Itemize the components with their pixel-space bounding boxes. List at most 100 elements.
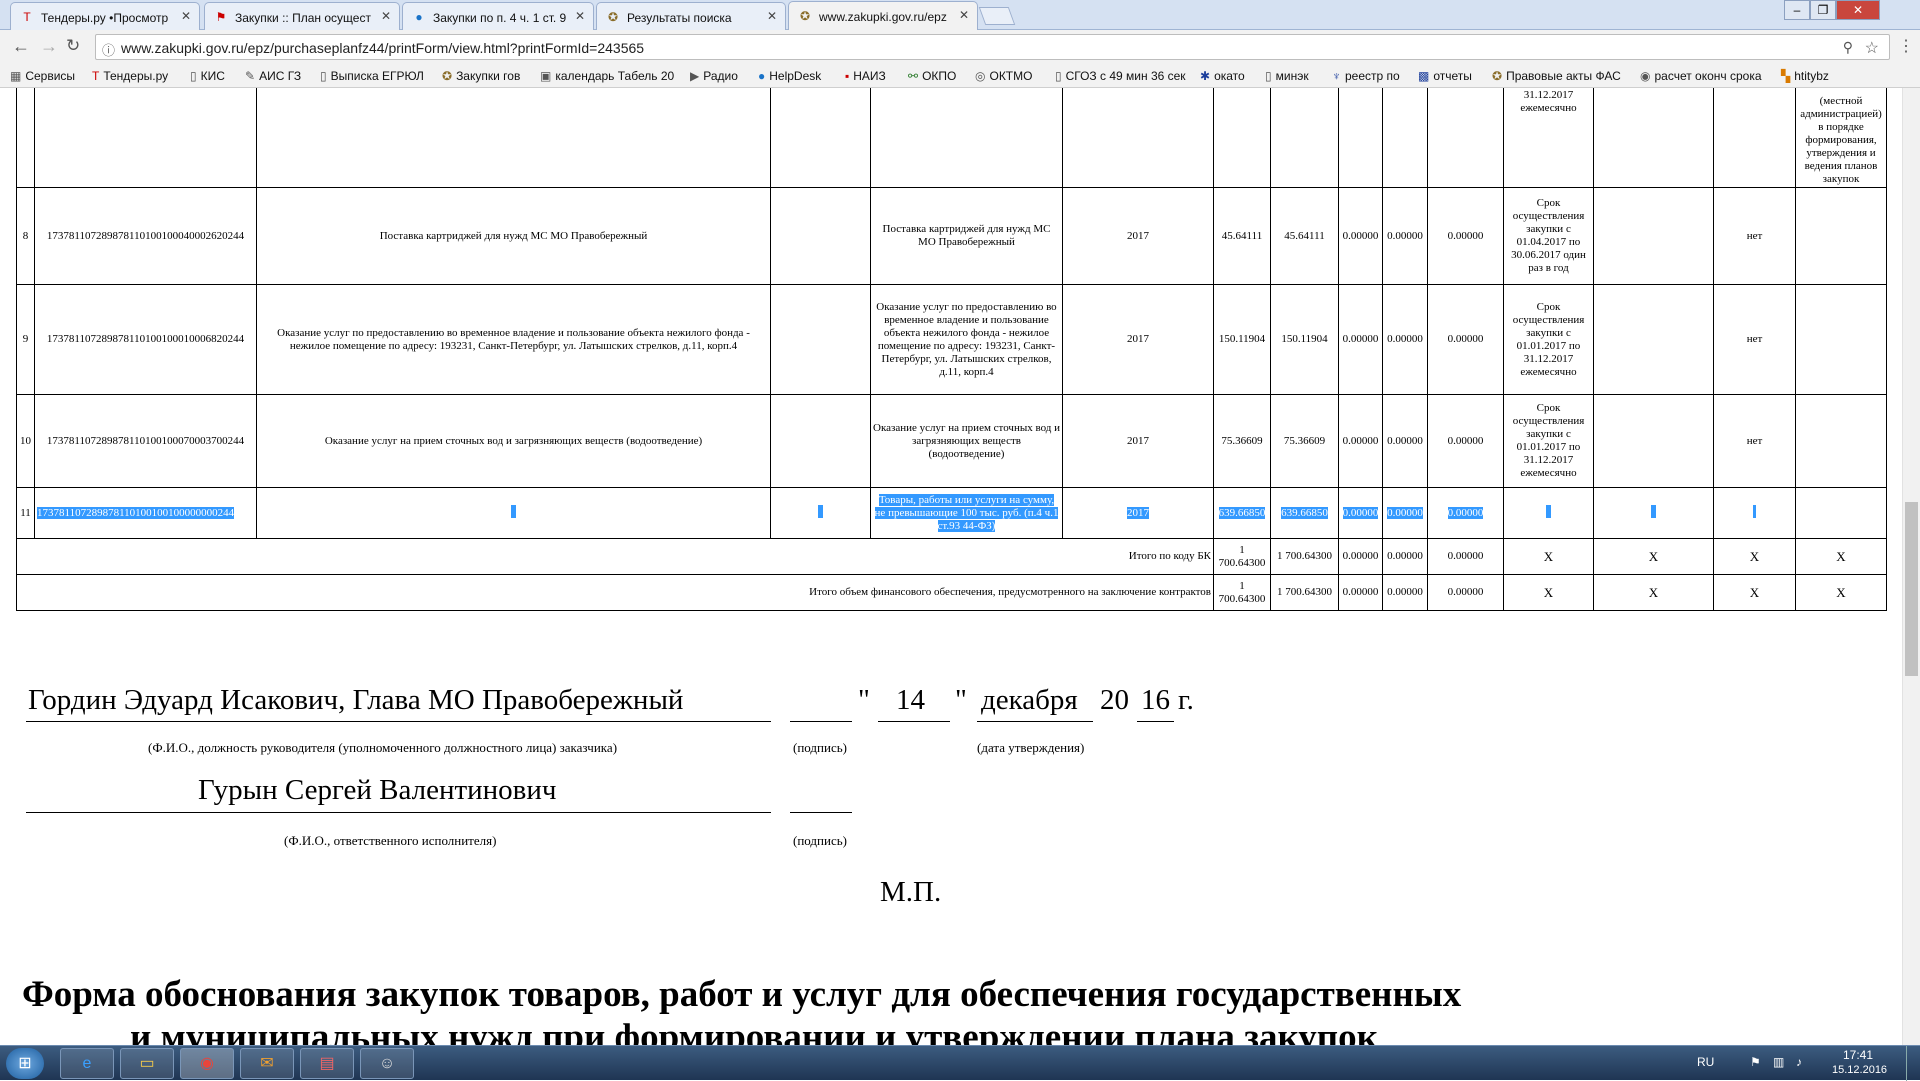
menu-icon[interactable]: ⋮ (1898, 36, 1914, 56)
bookmark-item[interactable]: ✱ окато (1200, 69, 1245, 83)
signature-caption: (подпись) (793, 740, 847, 755)
executor-name: Гурын Сергей Валентинович (198, 774, 557, 806)
table-row-selected: 11 173781107289878110100100100000000244 … (16, 487, 1887, 539)
clock-date[interactable]: 15.12.2016 (1832, 1064, 1887, 1076)
total-cell: 45.64111 (1213, 187, 1271, 285)
plan-year1-cell: 0.00000 (1338, 538, 1383, 575)
language-indicator[interactable]: RU (1697, 1055, 1714, 1069)
plan-year2-cell: 0.00000 (1387, 506, 1423, 519)
bookmark-star-icon[interactable]: ☆ (1865, 38, 1879, 58)
bookmark-item[interactable]: ▪ НАИЗ (845, 69, 886, 83)
year-cell: 2017 (1062, 284, 1214, 395)
info-icon[interactable]: ⓘ (102, 40, 115, 59)
bookmark-item[interactable]: ▯ КИС (190, 69, 225, 83)
tab-title: www.zakupki.gov.ru/epz (819, 10, 947, 24)
close-tab-icon[interactable]: ✕ (767, 9, 777, 23)
form-heading-line2: и муниципальных нужд при формировании и … (130, 1017, 1378, 1045)
tray-network-icon[interactable]: ▥ (1773, 1055, 1784, 1069)
back-arrow-icon[interactable]: ← (12, 36, 30, 57)
purchase-name-cell: Поставка картриджей для нужд МС МО Право… (256, 187, 771, 285)
report-icon: ▩ (1418, 69, 1430, 83)
circle-icon: ◎ (975, 69, 986, 83)
new-tab-button[interactable] (978, 7, 1016, 25)
approval-month: декабря (981, 684, 1078, 716)
bookmark-item[interactable]: ▶ Радио (690, 69, 738, 83)
bookmark-item[interactable]: ● HelpDesk (758, 69, 821, 83)
tab-zakupki-plan[interactable]: ⚑ Закупки :: План осущест ✕ (204, 2, 400, 30)
bookmark-item[interactable]: ✎ АИС ГЗ (245, 69, 301, 83)
zakupki-favicon-icon: ⚑ (215, 10, 227, 24)
bookmark-item[interactable]: ◉ расчет оконч срока (1640, 69, 1762, 83)
reload-icon[interactable]: ↻ (66, 36, 80, 56)
row-number: 9 (16, 284, 35, 395)
tendery-favicon-icon: T (23, 10, 31, 24)
minimize-button[interactable]: – (1784, 0, 1810, 20)
total-cell: 150.11904 (1213, 284, 1271, 395)
plan-year1-cell: 0.00000 (1338, 187, 1383, 285)
outlook-taskbar-icon[interactable]: ✉ (240, 1048, 294, 1079)
underline (790, 812, 852, 813)
tray-flag-icon[interactable]: ⚑ (1750, 1055, 1761, 1069)
tab-title: Закупки по п. 4 ч. 1 ст. 9 (433, 11, 567, 25)
naiz-icon: ▪ (845, 69, 850, 83)
clock-time[interactable]: 17:41 (1843, 1048, 1873, 1062)
close-tab-icon[interactable]: ✕ (381, 9, 391, 23)
ikz-cell: 173781107289878110100100040002620244 (34, 187, 257, 285)
address-bar[interactable]: ⓘ www.zakupki.gov.ru/epz/purchaseplanfz4… (95, 34, 1890, 60)
browser-tab-bar: T Тендеры.ру •Просмотр ✕ ⚑ Закупки :: План … (0, 0, 1920, 31)
tab-title: Результаты поиска (627, 11, 732, 25)
globe-icon: ● (758, 69, 766, 83)
bookmark-item[interactable]: ◎ ОКТМО (975, 69, 1032, 83)
tray-volume-icon[interactable]: ♪ (1796, 1055, 1802, 1069)
bookmark-item[interactable]: ✪ Закупки гов (442, 69, 520, 83)
app-taskbar-icon[interactable]: ☺ (360, 1048, 414, 1079)
scrollbar-thumb[interactable] (1905, 502, 1918, 676)
bookmark-item[interactable]: T Тендеры.ру (92, 69, 168, 83)
bookmark-item[interactable]: ▯ СГОЗ с 49 мин 36 сек (1055, 69, 1186, 83)
bookmark-item[interactable]: ⚯ ОКПО (908, 69, 956, 83)
close-window-button[interactable]: ✕ (1836, 0, 1880, 20)
bookmark-item[interactable]: ▚ htitybz (1781, 69, 1829, 83)
bookmark-item[interactable]: ▣ календарь Табель 20 (540, 69, 674, 83)
row-number: 10 (16, 394, 35, 488)
tab-printform-active[interactable]: ✪ www.zakupki.gov.ru/epz ✕ (788, 1, 978, 31)
ie-taskbar-icon[interactable]: e (60, 1048, 114, 1079)
close-tab-icon[interactable]: ✕ (575, 9, 585, 23)
ikz-cell: 173781107289878110100100070003700244 (34, 394, 257, 488)
url-text: www.zakupki.gov.ru/epz/purchaseplanfz44/… (121, 40, 645, 56)
plan-year1-cell: 0.00000 (1338, 284, 1383, 395)
clock-icon: ◉ (1640, 69, 1651, 83)
vertical-scrollbar[interactable] (1902, 88, 1920, 1045)
chrome-taskbar-icon[interactable]: ◉ (180, 1048, 234, 1079)
tab-tendery[interactable]: T Тендеры.ру •Просмотр ✕ (10, 2, 200, 30)
pdf-taskbar-icon[interactable]: ▤ (300, 1048, 354, 1079)
totals-label: Итого по коду БК (16, 538, 1214, 575)
start-button[interactable]: ⊞ (6, 1048, 44, 1079)
selection-mark (1546, 504, 1551, 518)
date-caption: (дата утверждения) (977, 740, 1085, 755)
year-cell: 2017 (1127, 506, 1149, 519)
bookmark-apps[interactable]: ▦ Сервисы (10, 69, 75, 83)
bookmark-item[interactable]: ♆ реестр по (1332, 69, 1400, 83)
close-tab-icon[interactable]: ✕ (959, 8, 969, 22)
close-tab-icon[interactable]: ✕ (181, 9, 191, 23)
tab-search-results[interactable]: ✪ Результаты поиска ✕ (596, 2, 786, 30)
forward-arrow-icon[interactable]: → (40, 36, 58, 57)
play-icon: ▶ (690, 69, 700, 83)
explorer-taskbar-icon[interactable]: ▭ (120, 1048, 174, 1079)
tab-zakupki-p4[interactable]: ● Закупки по п. 4 ч. 1 ст. 9 ✕ (402, 2, 594, 30)
page-icon: ▯ (1265, 69, 1272, 83)
show-desktop-button[interactable] (1906, 1046, 1920, 1081)
zoom-icon[interactable]: ⚲ (1843, 39, 1853, 56)
bookmark-item[interactable]: ▯ Выписка ЕГРЮЛ (320, 69, 424, 83)
head-name: Гордин Эдуард Исакович, Глава МО Правобе… (28, 684, 684, 716)
form-heading: Форма обоснования закупок товаров, работ… (22, 974, 1462, 1015)
maximize-button[interactable]: ❐ (1810, 0, 1836, 20)
bookmark-item[interactable]: ▯ минэк (1265, 69, 1309, 83)
bookmark-item[interactable]: ▩ отчеты (1418, 69, 1472, 83)
grid-icon: ▚ (1781, 69, 1791, 83)
bookmark-item[interactable]: ✪ Правовые акты ФАС (1492, 69, 1621, 83)
table-row: 31.12.2017 ежемесячно (местной администр… (16, 88, 1887, 188)
year-cell: 2017 (1062, 394, 1214, 488)
signature-caption: (подпись) (793, 833, 847, 848)
